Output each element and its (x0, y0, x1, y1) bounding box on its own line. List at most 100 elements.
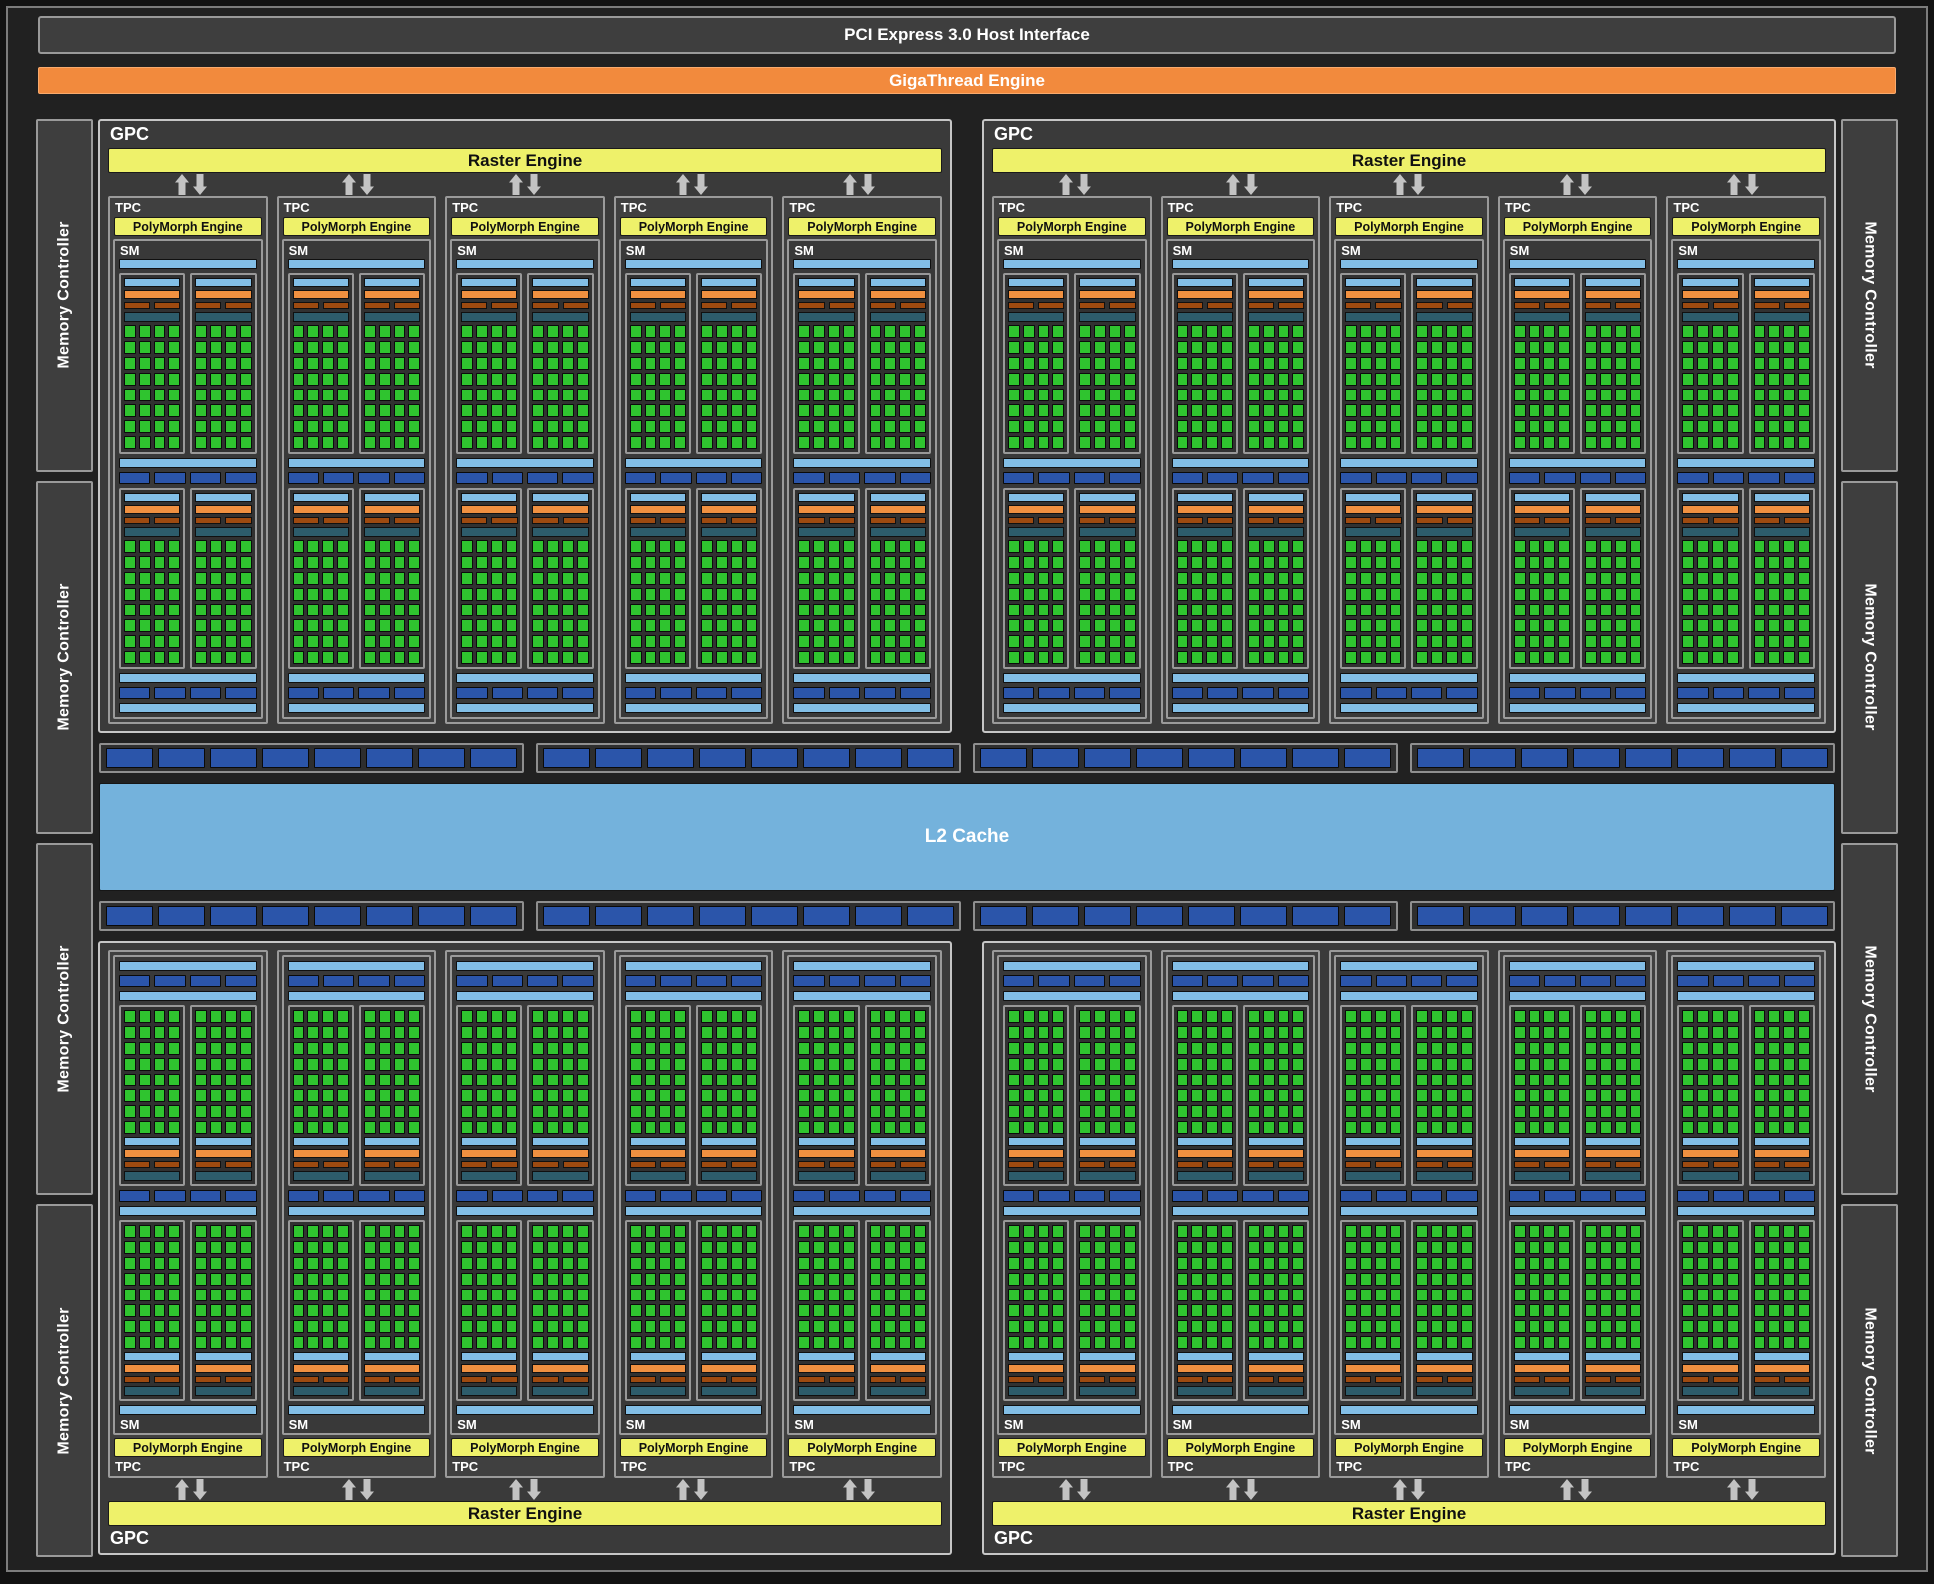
core-cell (629, 1288, 642, 1302)
core-cell (1798, 404, 1810, 418)
texture-cache-bar (1003, 991, 1141, 1001)
sm-partition-row (119, 1005, 257, 1186)
core-cell (1513, 1121, 1526, 1134)
warp-scheduler-bar (1176, 1364, 1233, 1373)
register-file-bar (1176, 527, 1233, 537)
register-file-bar (532, 1386, 589, 1396)
dispatch-unit-bar (1682, 1161, 1709, 1168)
core-cell (576, 571, 589, 585)
core-cell (307, 603, 320, 617)
dispatch-unit-bar (1109, 302, 1136, 309)
core-cell (292, 1010, 305, 1023)
raster-engine-bar: Raster Engine (108, 1501, 942, 1526)
core-cell (1262, 587, 1275, 601)
sm-stack (1171, 961, 1310, 1415)
core-cell (1094, 1272, 1106, 1286)
load-store-unit-segment (828, 975, 861, 987)
dispatch-unit-bar (1375, 1161, 1402, 1168)
core-cell (210, 619, 222, 633)
partition-scheduler-bars (1247, 278, 1305, 322)
core-cell (1798, 1256, 1810, 1270)
core-cell (1753, 619, 1766, 633)
core-cell (730, 571, 743, 585)
core-cell (378, 619, 391, 633)
core-cell (828, 1089, 840, 1103)
load-store-unit-segment (358, 1190, 390, 1202)
texture-cache-bar (119, 673, 257, 683)
core-grid (1176, 325, 1233, 449)
core-cell (1528, 651, 1541, 664)
load-store-unit-segment (119, 472, 151, 484)
core-cell (307, 1073, 320, 1087)
core-cell (1798, 603, 1810, 617)
core-cell (124, 619, 136, 633)
core-cell (1094, 540, 1106, 553)
warp-scheduler-bar (1513, 1364, 1571, 1373)
core-cell (715, 1057, 728, 1071)
core-cell (1682, 635, 1695, 649)
core-cell (461, 1010, 473, 1023)
register-file-bar (1416, 527, 1473, 537)
tpc-row: TPC PolyMorph Engine SM TPC PolyMorph En… (991, 196, 1827, 724)
core-cell (124, 1272, 136, 1286)
polymorph-engine-bar: PolyMorph Engine (1166, 1438, 1315, 1457)
core-cell (532, 388, 545, 402)
sm-partition (1580, 1220, 1647, 1401)
core-cell (1528, 587, 1541, 601)
core-cell (138, 603, 151, 617)
core-cell (322, 619, 335, 633)
core-cell (1079, 1272, 1092, 1286)
core-grid (701, 1225, 758, 1349)
core-cell (828, 540, 840, 553)
core-cell (292, 1041, 305, 1055)
core-cell (1123, 1256, 1136, 1270)
dispatch-unit-row (1416, 517, 1473, 524)
core-cell (1753, 587, 1766, 601)
tpc-label: TPC (115, 200, 141, 215)
core-cell (562, 555, 574, 569)
core-cell (1277, 1105, 1290, 1119)
core-cell (798, 1025, 811, 1039)
instruction-buffer-bar (292, 493, 349, 502)
core-cell (1416, 1256, 1429, 1270)
register-file-bar (124, 527, 181, 537)
warp-scheduler-bar (124, 505, 181, 514)
core-cell (461, 587, 473, 601)
core-cell (1431, 420, 1444, 434)
core-cell (476, 1288, 488, 1302)
memory-controller-label: Memory Controller (55, 583, 73, 731)
core-cell (730, 340, 743, 354)
partition-scheduler-bars (869, 278, 926, 322)
core-cell (195, 1089, 208, 1103)
polymorph-engine-bar: PolyMorph Engine (114, 217, 262, 236)
core-cell (1389, 635, 1402, 649)
core-cell (195, 1025, 208, 1039)
core-cell (490, 635, 503, 649)
tpc-block: TPC PolyMorph Engine SM (613, 950, 774, 1478)
core-cell (1262, 1073, 1275, 1087)
dispatch-unit-bar (1375, 1376, 1402, 1383)
dispatch-unit-bar (1008, 302, 1035, 309)
core-cell (730, 619, 743, 633)
core-cell (701, 1025, 713, 1039)
core-cell (1292, 555, 1305, 569)
core-cell (547, 325, 560, 338)
memory-interface-segment (262, 906, 309, 926)
core-cell (1614, 1041, 1627, 1055)
load-store-unit-segment (154, 472, 186, 484)
load-store-unit-segment (731, 687, 763, 699)
instruction-buffer-bar (1753, 278, 1810, 287)
dispatch-unit-row (195, 517, 252, 524)
core-cell (168, 1336, 181, 1349)
core-cell (914, 651, 926, 664)
core-cell (532, 1010, 545, 1023)
core-cell (322, 1057, 335, 1071)
dispatch-unit-bar (869, 1161, 896, 1168)
core-grid (1513, 325, 1571, 449)
core-cell (1528, 1336, 1541, 1349)
core-cell (1682, 1010, 1695, 1023)
core-cell (1682, 372, 1695, 386)
core-cell (1614, 571, 1627, 585)
core-cell (730, 635, 743, 649)
warp-scheduler-bar (292, 505, 349, 514)
